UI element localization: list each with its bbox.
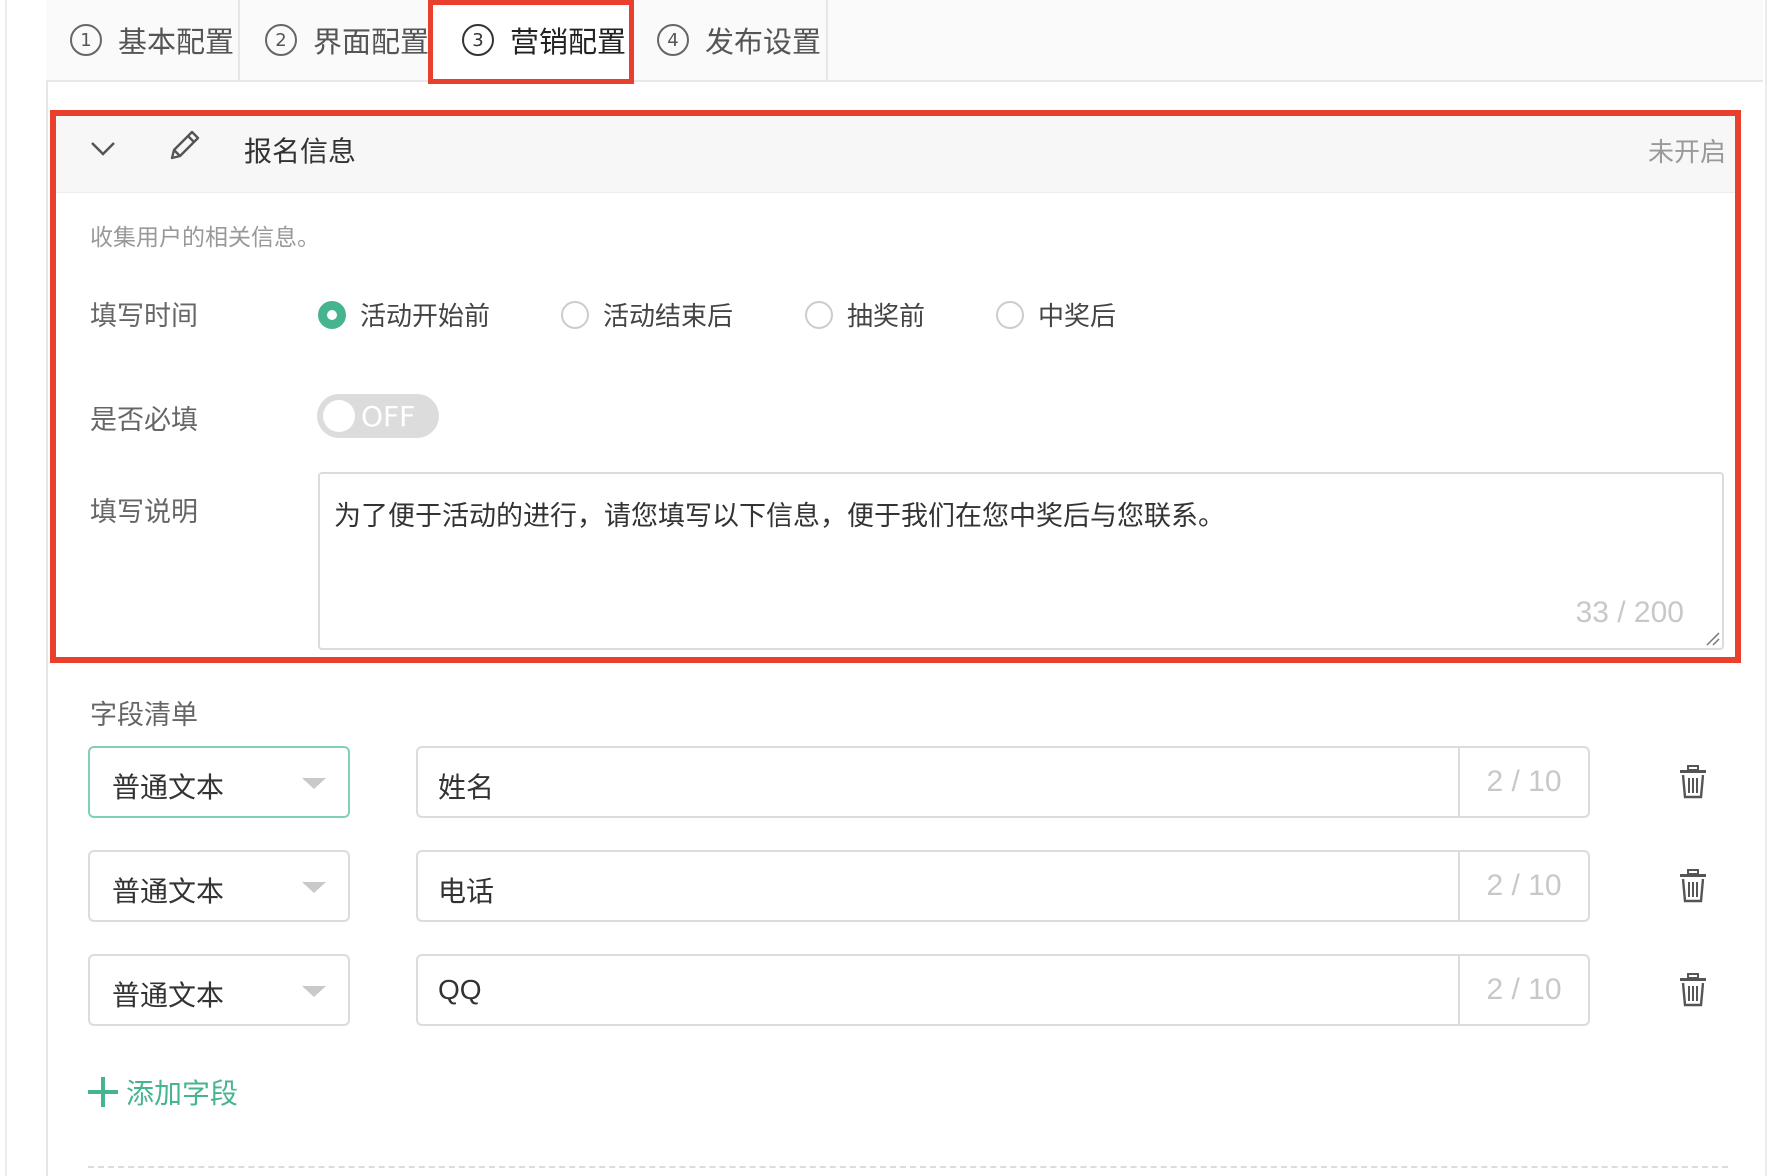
tab-ui-config[interactable]: 2 界面配置 — [265, 0, 429, 80]
tab-basic-config[interactable]: 1 基本配置 — [70, 0, 234, 80]
caret-down-icon — [302, 778, 326, 789]
tab-divider — [826, 0, 828, 80]
add-field-button[interactable]: 添加字段 — [88, 1072, 238, 1112]
field-name-input[interactable]: 姓名 2 / 10 — [416, 746, 1590, 818]
plus-icon — [88, 1077, 118, 1107]
input-value: QQ — [438, 974, 482, 1005]
step-number-icon: 4 — [657, 24, 689, 56]
field-row: 普通文本 姓名 2 / 10 — [0, 746, 1774, 818]
char-count: 2 / 10 — [1458, 748, 1588, 816]
field-name-input[interactable]: QQ 2 / 10 — [416, 954, 1590, 1026]
add-field-label: 添加字段 — [126, 1077, 239, 1110]
caret-down-icon — [302, 882, 326, 893]
select-value: 普通文本 — [112, 979, 225, 1012]
field-type-select[interactable]: 普通文本 — [88, 954, 350, 1026]
tab-label: 界面配置 — [313, 25, 430, 59]
active-tab-highlight — [428, 0, 634, 84]
input-value: 电话 — [438, 876, 495, 907]
trash-icon[interactable] — [1678, 973, 1708, 1007]
select-value: 普通文本 — [112, 875, 225, 908]
field-type-select[interactable]: 普通文本 — [88, 746, 350, 818]
char-count: 2 / 10 — [1458, 956, 1588, 1024]
field-row: 普通文本 QQ 2 / 10 — [0, 954, 1774, 1026]
step-number-icon: 2 — [265, 24, 297, 56]
field-type-select[interactable]: 普通文本 — [88, 850, 350, 922]
step-number-icon: 1 — [70, 24, 102, 56]
caret-down-icon — [302, 986, 326, 997]
dashed-divider — [88, 1166, 1728, 1168]
tab-publish-settings[interactable]: 4 发布设置 — [657, 0, 821, 80]
field-name-input[interactable]: 电话 2 / 10 — [416, 850, 1590, 922]
section-highlight — [50, 110, 1741, 663]
tab-divider — [238, 0, 240, 80]
trash-icon[interactable] — [1678, 765, 1708, 799]
tab-label: 发布设置 — [705, 25, 822, 59]
select-value: 普通文本 — [112, 771, 225, 804]
tab-label: 基本配置 — [118, 25, 235, 59]
char-count: 2 / 10 — [1458, 852, 1588, 920]
field-list-label: 字段清单 — [90, 700, 198, 731]
trash-icon[interactable] — [1678, 869, 1708, 903]
field-row: 普通文本 电话 2 / 10 — [0, 850, 1774, 922]
input-value: 姓名 — [438, 772, 495, 803]
